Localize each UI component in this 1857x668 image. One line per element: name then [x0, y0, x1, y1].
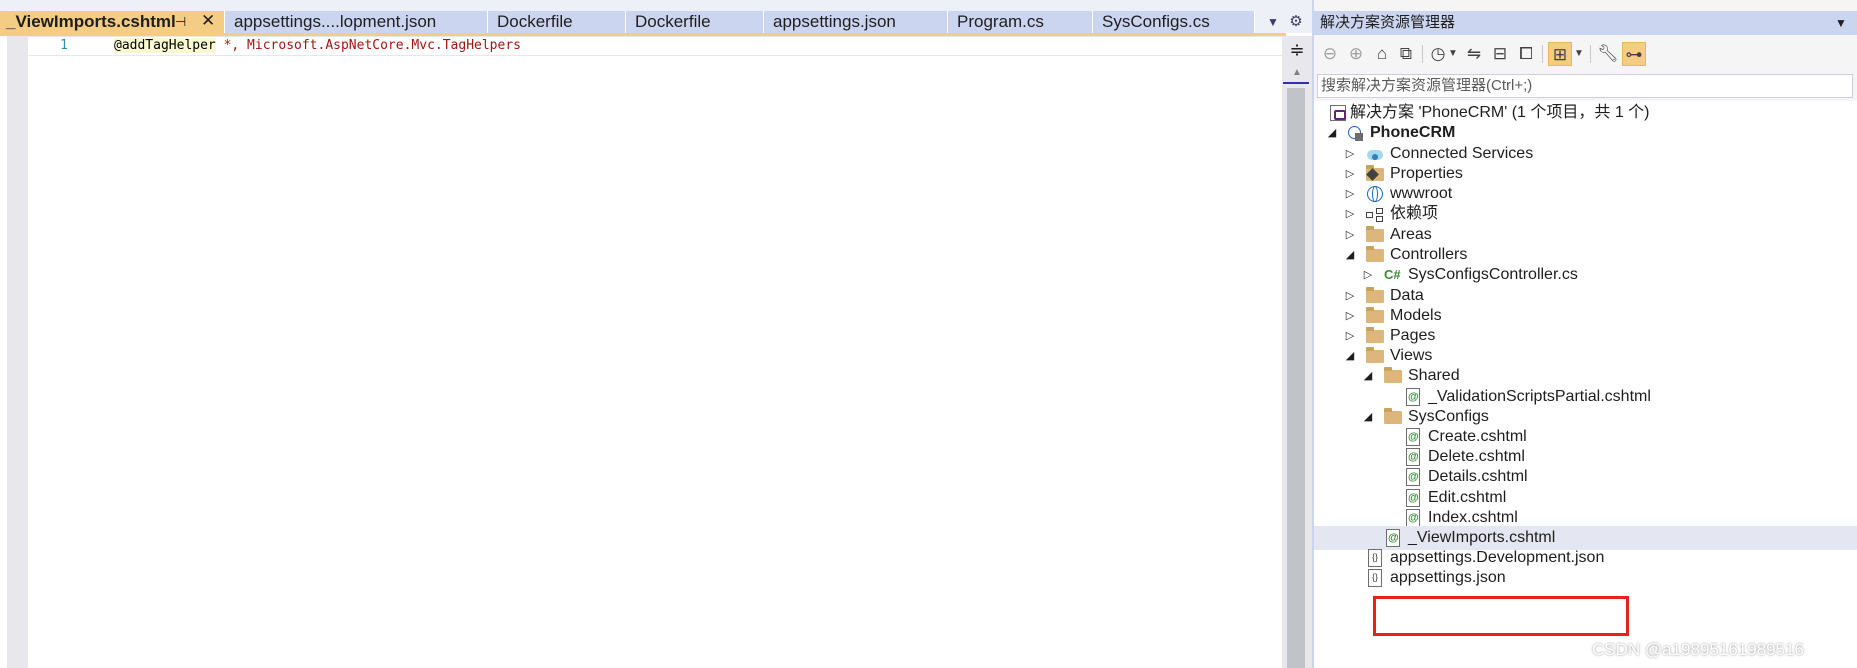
explorer-toolbar: ⊖ ⊕ ⌂ ⧉ ◷ ▼ ⇋ ⊟ ⧠ ⊞ ▼ 🔧︎ ⊶: [1314, 36, 1857, 72]
code-editor[interactable]: _ViewImports.cshtml ⊣ ✕ appsettings....l…: [0, 0, 1312, 668]
home-icon[interactable]: ⌂: [1370, 42, 1394, 66]
code-directive: @addTagHelper: [114, 38, 216, 53]
gear-icon[interactable]: ⚙: [1286, 12, 1306, 32]
line-number: 1: [60, 38, 68, 53]
tab-bar-top-strip: [0, 0, 1312, 11]
connected-services-icon: [1366, 145, 1384, 163]
globe-icon: [1366, 185, 1384, 203]
tab-dockerfile-2[interactable]: Dockerfile: [626, 11, 764, 33]
cshtml-file-icon: @: [1406, 388, 1420, 406]
sync-with-document-icon[interactable]: ⇋: [1462, 42, 1486, 66]
tab-label: Dockerfile: [497, 12, 573, 31]
indicator-margin[interactable]: [7, 36, 28, 668]
explorer-title-bar: 解决方案资源管理器 ▼: [1314, 11, 1857, 35]
properties-icon: [1366, 165, 1384, 181]
split-editor-icon[interactable]: ≑: [1282, 38, 1312, 62]
explorer-search-input[interactable]: 搜索解决方案资源管理器(Ctrl+;): [1317, 74, 1853, 98]
tab-label: appsettings.json: [773, 12, 896, 31]
scrollbar-thumb[interactable]: [1287, 88, 1305, 668]
tab-label: _ViewImports.cshtml: [6, 12, 176, 31]
toolbar-separator: [1590, 45, 1591, 63]
folder-icon: [1384, 408, 1402, 424]
pin-icon[interactable]: ⊣: [175, 11, 186, 33]
window-menu-icon[interactable]: ▼: [1835, 11, 1847, 35]
cshtml-file-icon: @: [1406, 468, 1420, 486]
close-icon[interactable]: ✕: [201, 11, 215, 32]
tab-appsettings-development-json[interactable]: appsettings....lopment.json: [225, 11, 488, 33]
forward-icon[interactable]: ⊕: [1344, 42, 1368, 66]
folder-icon: [1366, 226, 1384, 242]
cshtml-file-icon: @: [1406, 448, 1420, 466]
tab-label: Dockerfile: [635, 12, 711, 31]
scroll-up-icon[interactable]: ▲: [1282, 66, 1312, 80]
toolbar-separator: [1422, 45, 1423, 63]
collapse-all-icon[interactable]: ⊟: [1488, 42, 1512, 66]
web-project-icon: [1346, 124, 1364, 142]
editor-left-strip: [0, 36, 7, 668]
scroll-marker: [1283, 82, 1309, 84]
switch-views-icon[interactable]: ⧉: [1394, 42, 1418, 66]
tree-item-label: appsettings.json: [1390, 569, 1506, 586]
show-all-files-icon[interactable]: ⧠: [1514, 42, 1538, 66]
cshtml-file-icon: @: [1386, 529, 1400, 547]
back-icon[interactable]: ⊖: [1318, 42, 1342, 66]
solution-tree: 解决方案 'PhoneCRM' (1 个项目，共 1 个) ◢ PhoneCRM…: [1314, 101, 1857, 668]
cshtml-file-icon: @: [1406, 489, 1420, 507]
json-file-icon: {}: [1368, 569, 1382, 587]
dependencies-icon: [1366, 205, 1384, 223]
active-docking-icon[interactable]: ⊶: [1622, 42, 1646, 66]
tab-program-cs[interactable]: Program.cs: [948, 11, 1093, 33]
cshtml-file-icon: @: [1406, 509, 1420, 527]
tab-label: Program.cs: [957, 12, 1044, 31]
tab-appsettings-json[interactable]: appsettings.json: [764, 11, 948, 33]
tab-label: SysConfigs.cs: [1102, 12, 1210, 31]
annotation-highlight-box: [1373, 596, 1629, 636]
folder-icon: [1366, 327, 1384, 343]
document-tab-bar: _ViewImports.cshtml ⊣ ✕ appsettings....l…: [0, 0, 1312, 33]
folder-icon: [1366, 307, 1384, 323]
code-arguments: *, Microsoft.AspNetCore.Mvc.TagHelpers: [215, 38, 521, 53]
tab-label: appsettings....lopment.json: [234, 12, 437, 31]
code-line[interactable]: @addTagHelper *, Microsoft.AspNetCore.Mv…: [114, 38, 521, 53]
folder-icon: [1366, 347, 1384, 363]
cshtml-file-icon: @: [1406, 428, 1420, 446]
json-file-icon: {}: [1368, 549, 1382, 567]
watermark: CSDN @a19895161989516: [1592, 640, 1804, 659]
tree-item-appsettings-json[interactable]: {} appsettings.json: [1314, 566, 1857, 590]
toolbar-separator: [1542, 45, 1543, 63]
tab-list-dropdown-icon[interactable]: ▼: [1264, 12, 1282, 32]
solution-explorer: 解决方案资源管理器 ▼ ⊖ ⊕ ⌂ ⧉ ◷ ▼ ⇋ ⊟ ⧠ ⊞ ▼ 🔧︎ ⊶ 搜…: [1312, 0, 1857, 668]
csharp-file-icon: C#: [1384, 267, 1401, 282]
solution-icon: [1330, 105, 1346, 121]
folder-icon: [1366, 287, 1384, 303]
tab-dockerfile[interactable]: Dockerfile: [488, 11, 626, 33]
tab-sysconfigs-cs[interactable]: SysConfigs.cs: [1093, 11, 1255, 33]
tab-viewimports-cshtml[interactable]: _ViewImports.cshtml ⊣ ✕: [0, 11, 225, 33]
dropdown-arrow-icon[interactable]: ▼: [1446, 42, 1460, 66]
folder-icon: [1366, 246, 1384, 262]
folder-icon: [1384, 367, 1402, 383]
explorer-title: 解决方案资源管理器: [1320, 14, 1456, 31]
preview-selected-items-icon[interactable]: ⊞: [1548, 42, 1572, 66]
dropdown-arrow-icon[interactable]: ▼: [1572, 42, 1586, 66]
properties-wrench-icon[interactable]: 🔧︎: [1596, 42, 1620, 66]
